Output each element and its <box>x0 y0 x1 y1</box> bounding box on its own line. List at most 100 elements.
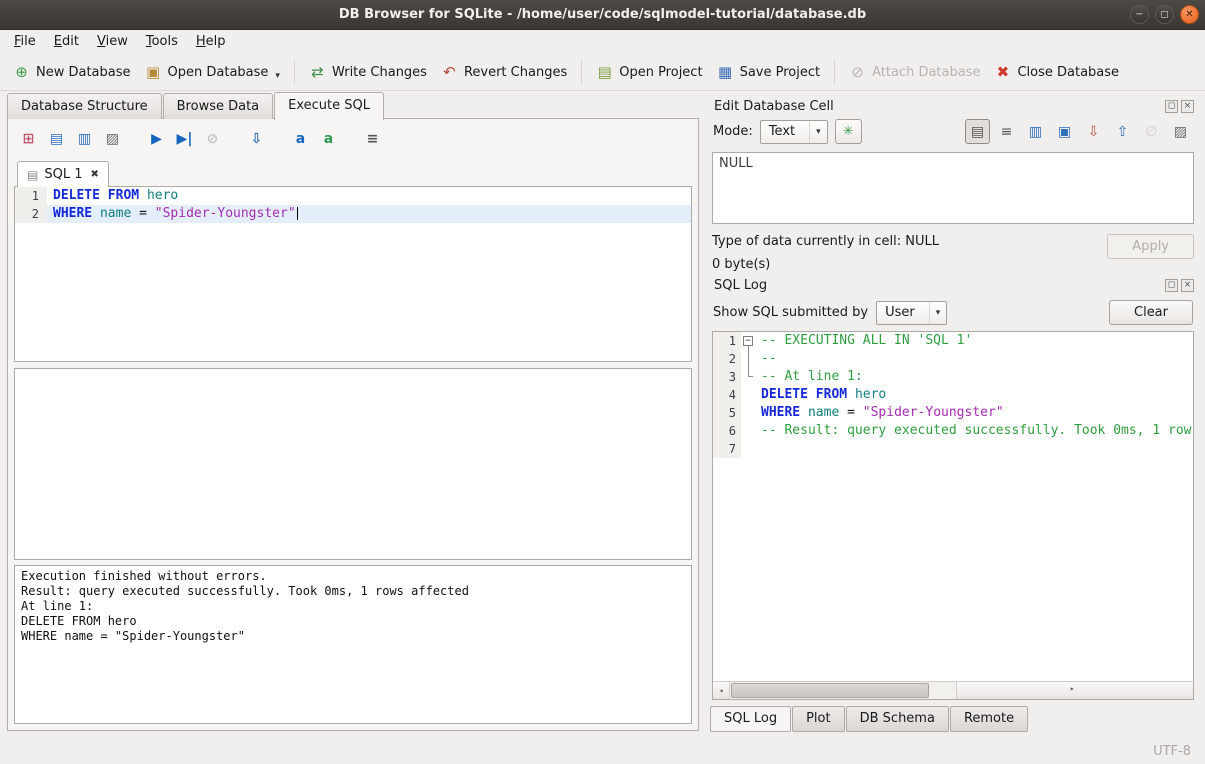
encoding-indicator: UTF-8 <box>1153 744 1191 759</box>
save-cell-button[interactable]: ▥ <box>1023 119 1048 144</box>
open-database-button[interactable]: ▣Open Database▾ <box>138 57 287 87</box>
menu-file[interactable]: File <box>5 30 45 54</box>
export-results-button[interactable]: ⇩ <box>244 127 269 152</box>
apply-format-icon: ✳ <box>843 124 854 139</box>
clear-log-button[interactable]: Clear <box>1109 300 1193 325</box>
horizontal-scrollbar[interactable] <box>713 681 1193 699</box>
word-wrap-cell-button[interactable]: ≡ <box>994 119 1019 144</box>
dock-tab-remote[interactable]: Remote <box>950 706 1028 732</box>
edit-cell-title: Edit Database Cell <box>714 99 834 114</box>
menu-tools[interactable]: Tools <box>137 30 187 54</box>
execute-line-button[interactable]: ▶| <box>172 127 197 152</box>
import-cell-icon: ⇩ <box>1088 124 1100 140</box>
new-database-button[interactable]: ⊕New Database <box>6 57 138 87</box>
edit-cell-close-icon[interactable]: × <box>1181 100 1194 113</box>
new-tab-button[interactable]: ⊞ <box>16 127 41 152</box>
open-database-icon: ▣ <box>145 63 162 81</box>
dock-tab-db-schema[interactable]: DB Schema <box>846 706 949 732</box>
close-database-icon: ✖ <box>994 63 1011 81</box>
code-line: 2-- <box>713 350 1193 368</box>
maximize-button[interactable]: ◻ <box>1155 5 1174 24</box>
cell-type-text: Type of data currently in cell: NULL <box>712 234 939 249</box>
menu-edit[interactable]: Edit <box>45 30 88 54</box>
scroll-left-icon[interactable] <box>713 682 730 699</box>
import-cell-button[interactable]: ⇩ <box>1081 119 1106 144</box>
sql-tab[interactable]: ▤ SQL 1 ✖ <box>17 161 109 187</box>
sql-tab-bar: ▤ SQL 1 ✖ <box>14 155 692 186</box>
apply-button: Apply <box>1107 234 1194 259</box>
sql-log-dock-icons: ◻× <box>1165 279 1194 292</box>
write-changes-button-label: Write Changes <box>332 65 427 80</box>
message-line: At line 1: <box>21 599 685 614</box>
copy-cell-button[interactable]: ▣ <box>1052 119 1077 144</box>
log-filter-label: Show SQL submitted by <box>713 305 868 320</box>
menu-view[interactable]: View <box>88 30 137 54</box>
word-wrap-icon: ≡ <box>1001 124 1013 140</box>
line-number: 6 <box>713 422 741 440</box>
text-view-button[interactable]: ▤ <box>965 119 990 144</box>
tab-database-structure[interactable]: Database Structure <box>7 93 162 119</box>
sql-editor[interactable]: 1DELETE FROM hero2WHERE name = "Spider-Y… <box>14 186 692 362</box>
print-button[interactable]: ▨ <box>100 127 125 152</box>
mode-value: Text <box>769 124 795 139</box>
tab-browse-data[interactable]: Browse Data <box>163 93 274 119</box>
log-filter-combobox[interactable]: User <box>876 301 947 325</box>
statusbar: UTF-8 <box>0 738 1205 764</box>
sql-tab-close-icon[interactable]: ✖ <box>90 169 98 180</box>
line-number: 7 <box>713 440 741 458</box>
code-line: 2WHERE name = "Spider-Youngster" <box>15 205 691 223</box>
code-line: 4DELETE FROM hero <box>713 386 1193 404</box>
revert-changes-icon: ↶ <box>441 63 458 81</box>
fold-marker <box>741 404 755 422</box>
sql-log-float-icon[interactable]: ◻ <box>1165 279 1178 292</box>
scrollbar-thumb[interactable] <box>731 683 929 698</box>
edit-cell-float-icon[interactable]: ◻ <box>1165 100 1178 113</box>
cell-value-editor[interactable]: NULL <box>712 152 1194 224</box>
write-changes-button[interactable]: ⇄Write Changes <box>302 57 434 87</box>
close-button[interactable]: ✕ <box>1180 5 1199 24</box>
apply-format-button[interactable]: ✳ <box>835 119 862 144</box>
print-cell-button[interactable]: ▨ <box>1168 119 1193 144</box>
execute-all-button[interactable]: ▶ <box>144 127 169 152</box>
set-null-button: ∅ <box>1139 119 1164 144</box>
scrollbar-track[interactable] <box>730 682 956 699</box>
save-sql-file-button[interactable]: ▥ <box>72 127 97 152</box>
line-number: 1 <box>15 187 47 205</box>
edit-cell-dock-header: Edit Database Cell ◻× <box>709 93 1197 118</box>
titlebar: DB Browser for SQLite - /home/user/code/… <box>0 0 1205 30</box>
minimize-button[interactable]: − <box>1130 5 1149 24</box>
results-grid[interactable] <box>14 368 692 560</box>
tab-execute-sql[interactable]: Execute SQL <box>274 92 384 120</box>
open-project-button[interactable]: ▤Open Project <box>589 57 709 87</box>
sql-log-close-icon[interactable]: × <box>1181 279 1194 292</box>
word-wrap-button[interactable]: ≡ <box>360 127 385 152</box>
autocomplete-button[interactable]: a <box>316 127 341 152</box>
left-pane: Database StructureBrowse DataExecute SQL… <box>0 91 706 738</box>
new-database-icon: ⊕ <box>13 63 30 81</box>
code-text: -- EXECUTING ALL IN 'SQL 1' <box>755 332 1193 350</box>
code-line: 5WHERE name = "Spider-Youngster" <box>713 404 1193 422</box>
code-text: -- <box>755 350 1193 368</box>
print-icon: ▨ <box>106 131 119 147</box>
mode-combobox[interactable]: Text <box>760 120 828 144</box>
open-sql-file-button[interactable]: ▤ <box>44 127 69 152</box>
cell-mode-row: Mode: Text ✳ ▤≡▥▣⇩⇧∅▨ <box>709 118 1197 145</box>
dock-tab-plot[interactable]: Plot <box>792 706 845 732</box>
dock-tab-sql-log[interactable]: SQL Log <box>710 706 791 732</box>
export-results-icon: ⇩ <box>251 131 263 147</box>
dropdown-arrow-icon[interactable]: ▾ <box>275 64 280 81</box>
sql-log-controls: Show SQL submitted by User Clear <box>709 297 1197 325</box>
save-project-button[interactable]: ▦Save Project <box>710 57 828 87</box>
copy-cell-icon: ▣ <box>1058 124 1071 140</box>
find-button[interactable]: a <box>288 127 313 152</box>
code-line: 1DELETE FROM hero <box>15 187 691 205</box>
scroll-right-icon[interactable] <box>956 682 1194 699</box>
revert-changes-button[interactable]: ↶Revert Changes <box>434 57 574 87</box>
sql-toolbar: ⊞▤▥▨▶▶|⊘⇩aa≡ <box>14 123 692 155</box>
chevron-down-icon <box>809 121 821 143</box>
menu-help[interactable]: Help <box>187 30 235 54</box>
sql-log-editor[interactable]: 1−-- EXECUTING ALL IN 'SQL 1'2--3-- At l… <box>712 331 1194 700</box>
close-database-button[interactable]: ✖Close Database <box>987 57 1126 87</box>
export-cell-button[interactable]: ⇧ <box>1110 119 1135 144</box>
open-sql-file-icon: ▤ <box>50 131 63 147</box>
